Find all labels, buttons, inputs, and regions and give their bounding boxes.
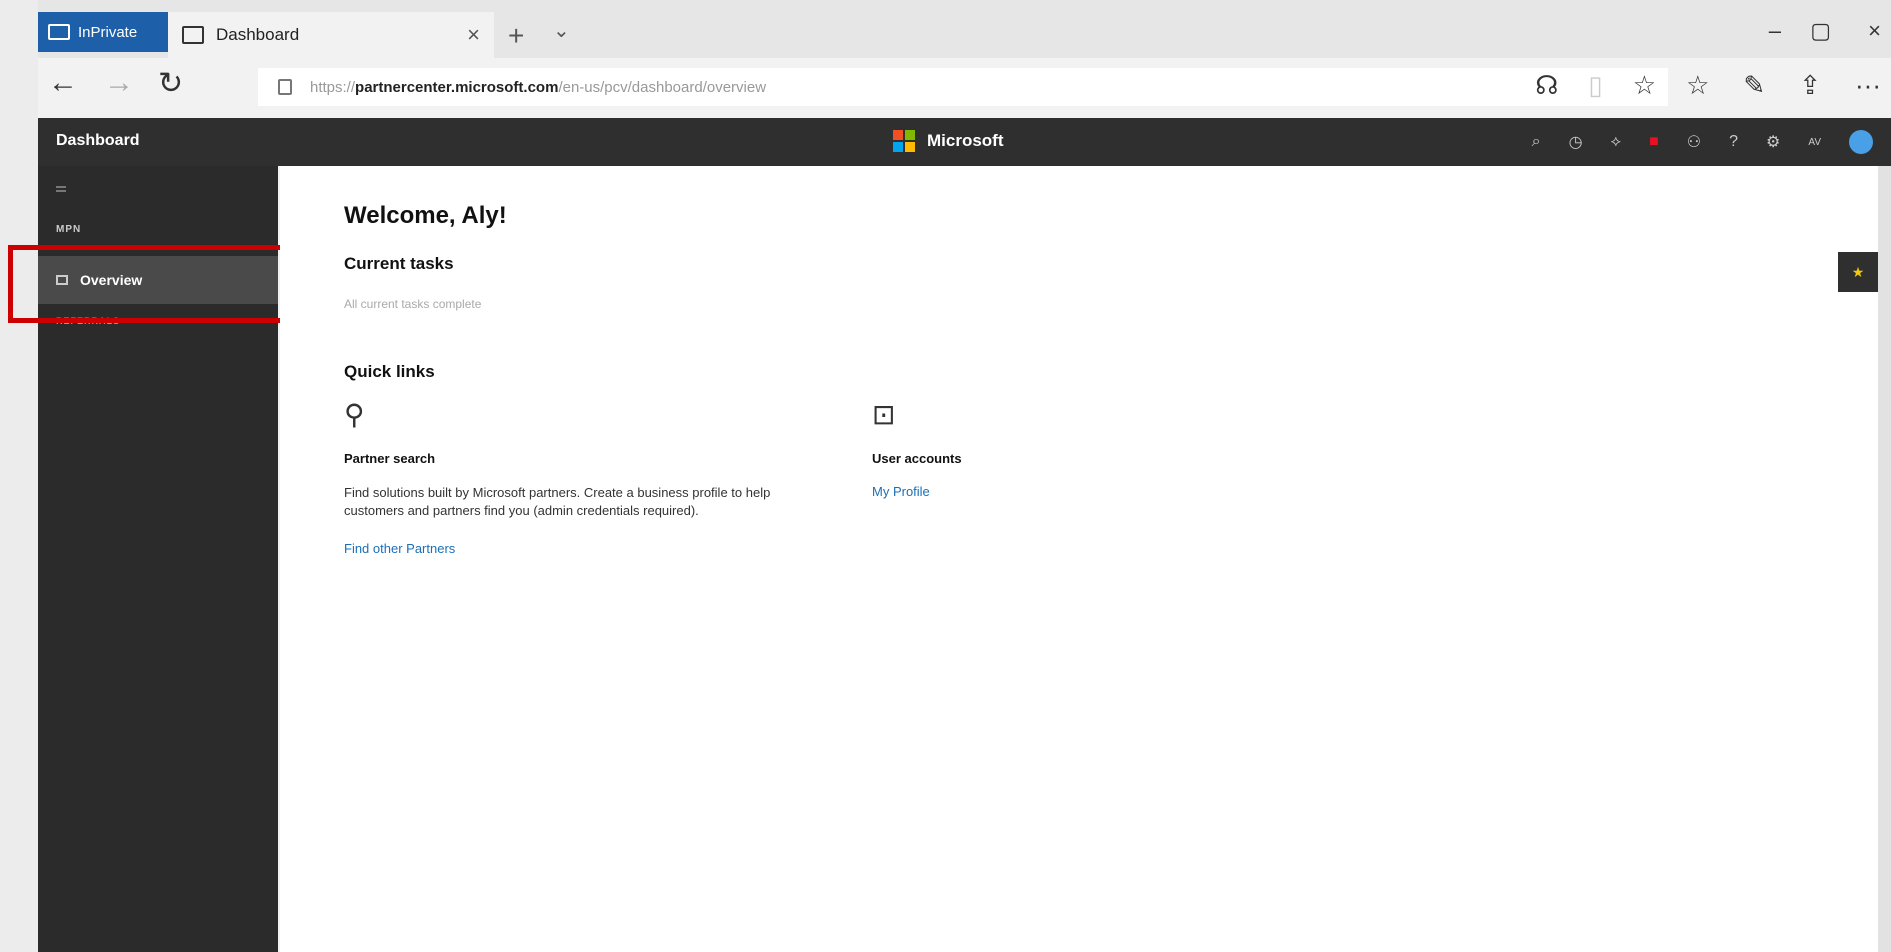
page-title: Welcome, Aly!	[344, 202, 507, 229]
tab-close-icon[interactable]: ×	[467, 22, 480, 48]
settings-gear-icon[interactable]: ⚙	[1766, 132, 1780, 152]
user-accounts-title[interactable]: User accounts	[872, 451, 962, 466]
notification-icon[interactable]: ■	[1649, 133, 1659, 151]
partner-search-title[interactable]: Partner search	[344, 451, 435, 466]
more-menu-icon[interactable]: ···	[1855, 70, 1881, 101]
main-content: Welcome, Aly! Current tasks All current …	[280, 166, 1878, 952]
user-initials: AV	[1808, 136, 1821, 148]
inprivate-icon	[48, 24, 70, 40]
page-icon	[182, 26, 204, 44]
inprivate-label: InPrivate	[78, 23, 138, 41]
tab-list-chevron-icon[interactable]: ⌄	[553, 18, 570, 43]
current-tasks-status: All current tasks complete	[344, 297, 482, 311]
header-title: Dashboard	[56, 132, 140, 149]
forward-button[interactable]: →	[104, 66, 134, 100]
partner-search-description: Find solutions built by Microsoft partne…	[344, 485, 771, 518]
feedback-star-icon: ★	[1851, 263, 1865, 280]
address-bar[interactable]: https:// partnercenter.microsoft.com /en…	[258, 68, 1668, 106]
user-accounts-icon[interactable]: ⊡	[872, 398, 895, 431]
feedback-button[interactable]: ★	[1838, 252, 1878, 292]
url-path: /en-us/pcv/dashboard/overview	[558, 78, 767, 96]
microsoft-logo-icon	[893, 130, 915, 152]
favorites-hub-icon[interactable]: ☆	[1686, 70, 1709, 101]
url-host: partnercenter.microsoft.com	[355, 78, 559, 96]
refresh-button[interactable]: ↻	[158, 66, 183, 101]
help-icon[interactable]: ?	[1729, 133, 1738, 151]
app-header: Dashboard Microsoft ⌕ ◷ ⟡ ■ ⚇ ? ⚙ AV	[38, 118, 1891, 166]
minimize-button[interactable]: –	[1769, 18, 1781, 44]
share-icon[interactable]: ⇪	[1799, 70, 1821, 101]
url-scheme: https://	[310, 78, 356, 96]
favorite-star-icon[interactable]: ☆	[1633, 70, 1656, 101]
close-window-button[interactable]: ×	[1868, 18, 1881, 44]
tracking-icon[interactable]: ☊	[1535, 70, 1558, 101]
search-icon[interactable]: ⌕	[1532, 133, 1541, 151]
quick-links-heading: Quick links	[344, 362, 435, 381]
partner-search-icon[interactable]: ⚲	[344, 398, 365, 431]
inprivate-badge: InPrivate	[38, 12, 168, 52]
brand-name: Microsoft	[927, 131, 1004, 150]
microsoft-brand[interactable]: Microsoft	[893, 130, 1004, 152]
scrollbar[interactable]	[1878, 166, 1891, 952]
clock-icon[interactable]: ◷	[1569, 132, 1583, 152]
header-icons: ⌕ ◷ ⟡ ■ ⚇ ? ⚙ AV	[1532, 130, 1873, 154]
sidebar-section-mpn: MPN	[56, 224, 82, 235]
lock-icon	[278, 79, 292, 95]
current-tasks-heading: Current tasks	[344, 254, 454, 273]
highlight-box	[8, 245, 288, 323]
avatar[interactable]	[1849, 130, 1873, 154]
tab-title: Dashboard	[216, 25, 300, 44]
menu-toggle-icon[interactable]	[56, 186, 66, 192]
tab-bar: InPrivate Dashboard × + ⌄ – ▢ ×	[38, 0, 1891, 58]
tab-dashboard[interactable]: Dashboard ×	[168, 12, 494, 58]
pen-notes-icon[interactable]: ✎	[1743, 70, 1765, 101]
address-bar-icons: ☊ ▯ ☆	[1535, 70, 1656, 101]
toolbar-icons: ☆ ✎ ⇪ ···	[1686, 70, 1881, 101]
back-button[interactable]: ←	[48, 66, 78, 100]
find-other-partners-link[interactable]: Find other Partners	[344, 541, 455, 556]
my-profile-link[interactable]: My Profile	[872, 484, 930, 499]
browser-window: InPrivate Dashboard × + ⌄ – ▢ × ← → ↻ ht…	[8, 0, 1891, 952]
sidebar: MPN Overview REFERRALS	[8, 166, 288, 952]
reading-view-icon[interactable]: ▯	[1588, 70, 1602, 101]
people-icon[interactable]: ⚇	[1687, 132, 1701, 152]
code-icon[interactable]: ⟡	[1611, 133, 1622, 151]
maximize-button[interactable]: ▢	[1810, 18, 1831, 44]
new-tab-button[interactable]: +	[508, 20, 524, 52]
